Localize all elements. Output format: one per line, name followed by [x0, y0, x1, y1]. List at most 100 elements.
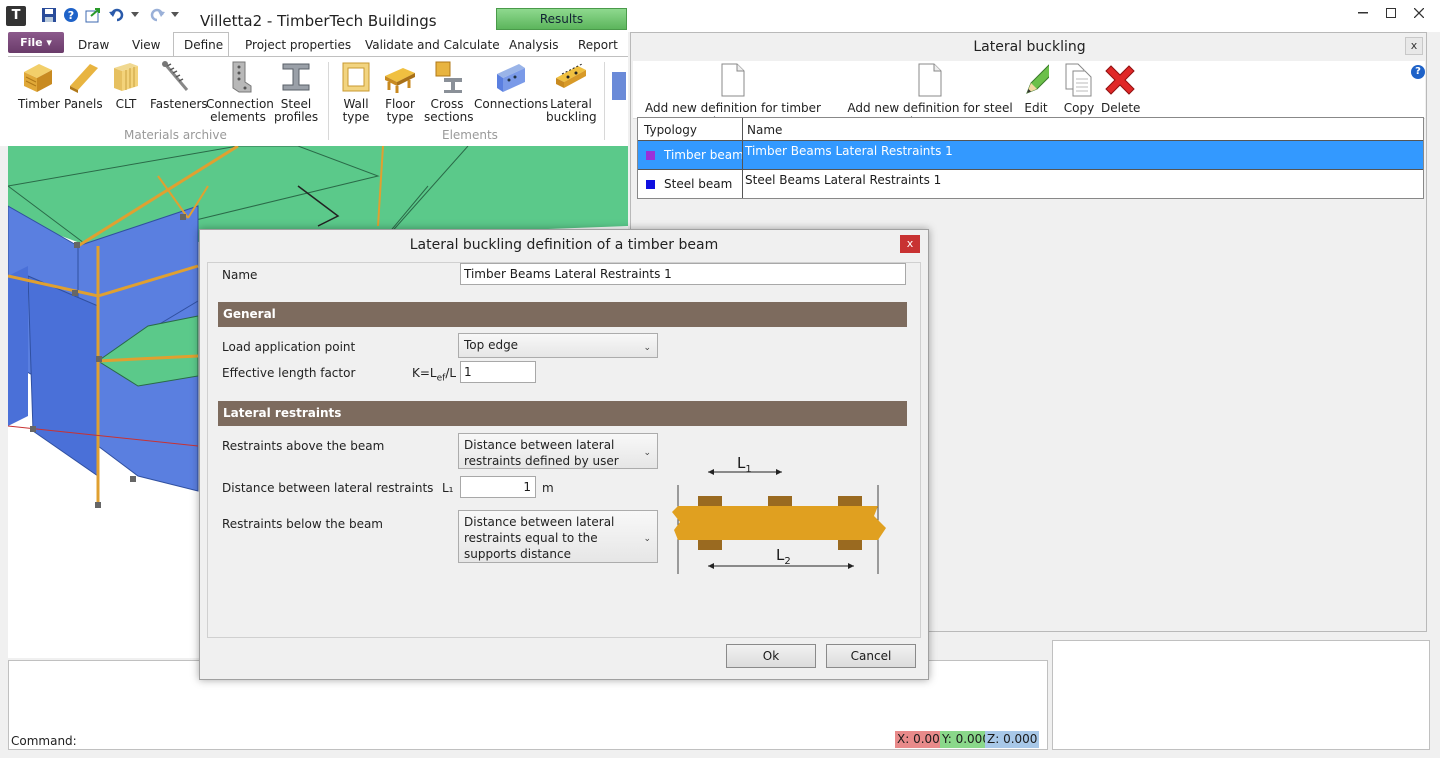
- connections-button[interactable]: Connections: [474, 60, 548, 111]
- cancel-button[interactable]: Cancel: [826, 644, 916, 668]
- undo-dropdown-icon[interactable]: [130, 6, 140, 24]
- tab-view[interactable]: View: [132, 38, 160, 52]
- lateral-buckling-icon: [554, 60, 588, 94]
- chevron-down-icon: ⌄: [643, 533, 651, 544]
- name-input[interactable]: Timber Beams Lateral Restraints 1: [460, 263, 906, 285]
- floor-type-button[interactable]: Floor type: [380, 60, 420, 124]
- edit-button[interactable]: Edit: [1023, 63, 1049, 115]
- effective-length-factor-input[interactable]: 1: [460, 361, 536, 383]
- column-divider: [742, 118, 743, 198]
- elements-group-label: Elements: [442, 128, 498, 142]
- steel-profiles-button[interactable]: Steel profiles: [274, 60, 318, 124]
- fasteners-button[interactable]: Fasteners: [150, 60, 208, 111]
- app-logo-icon[interactable]: T: [6, 6, 26, 26]
- load-application-point-select[interactable]: Top edge ⌄: [458, 333, 658, 358]
- z-coordinate: Z: 0.000: [985, 731, 1040, 748]
- panel-close-button[interactable]: x: [1405, 37, 1423, 55]
- restraints-below-label: Restraints below the beam: [222, 517, 383, 531]
- beam-restraints-diagram: L1 L2: [670, 452, 895, 597]
- connections-icon: [493, 60, 527, 94]
- dialog-title: Lateral buckling definition of a timber …: [409, 237, 719, 253]
- distance-restraints-label: Distance between lateral restraints: [222, 481, 434, 495]
- distance-symbol: L₁: [442, 481, 454, 495]
- copy-icon: [1063, 63, 1095, 99]
- ribbon-overflow-icon[interactable]: [612, 72, 626, 100]
- clt-button[interactable]: CLT: [108, 60, 144, 111]
- color-swatch: [646, 151, 655, 160]
- typology-cell: Steel beam: [646, 170, 732, 199]
- save-icon[interactable]: [40, 6, 58, 24]
- ribbon-group-divider: [604, 62, 605, 140]
- restraints-below-select[interactable]: Distance between lateral restraints equa…: [458, 510, 658, 563]
- general-section-header: General: [218, 302, 907, 327]
- fasteners-icon: [159, 60, 193, 94]
- timber-button[interactable]: Timber: [18, 60, 60, 111]
- table-row[interactable]: Timber beam Timber Beams Lateral Restrai…: [638, 140, 1423, 169]
- tab-project-properties[interactable]: Project properties: [245, 38, 351, 52]
- column-header-name[interactable]: Name: [747, 120, 782, 140]
- distance-restraints-input[interactable]: 1: [460, 476, 536, 498]
- ok-button[interactable]: Ok: [726, 644, 816, 668]
- distance-unit: m: [542, 481, 554, 495]
- redo-icon[interactable]: [148, 6, 166, 24]
- clt-icon: [109, 60, 143, 94]
- maximize-icon[interactable]: [1378, 4, 1404, 22]
- properties-area: [1052, 640, 1430, 750]
- cross-sections-button[interactable]: Cross sections: [424, 60, 473, 124]
- effective-length-factor-label: Effective length factor: [222, 366, 356, 380]
- diagram-label-l2: L2: [776, 546, 791, 567]
- window-title: Villetta2 - TimberTech Buildings: [200, 12, 437, 30]
- load-application-point-label: Load application point: [222, 340, 356, 354]
- effective-length-symbol: K=Lef/L: [412, 366, 457, 384]
- pencil-icon: [1023, 63, 1049, 99]
- redo-dropdown-icon[interactable]: [170, 6, 180, 24]
- command-label: Command:: [11, 734, 77, 748]
- floor-type-icon: [383, 60, 417, 94]
- new-document-icon: [835, 63, 1025, 99]
- cross-sections-icon: [430, 60, 464, 94]
- lateral-buckling-dialog: Lateral buckling definition of a timber …: [199, 229, 929, 680]
- tab-define[interactable]: Define: [184, 38, 223, 52]
- wall-type-icon: [339, 60, 373, 94]
- help-circle-icon[interactable]: ?: [62, 6, 80, 24]
- column-header-typology[interactable]: Typology: [644, 120, 697, 140]
- name-label: Name: [222, 268, 258, 282]
- restraints-above-label: Restraints above the beam: [222, 439, 385, 453]
- lateral-restraints-section-header: Lateral restraints: [218, 401, 907, 426]
- restraints-above-select[interactable]: Distance between lateral restraints defi…: [458, 433, 658, 469]
- chevron-down-icon: ⌄: [643, 342, 651, 353]
- timber-icon: [21, 60, 55, 94]
- table-row[interactable]: Steel beam Steel Beams Lateral Restraint…: [638, 169, 1423, 198]
- steel-profiles-icon: [279, 60, 313, 94]
- ribbon-group-divider: [328, 62, 329, 140]
- connection-elements-icon: [221, 60, 255, 94]
- file-menu-button[interactable]: File ▾: [8, 32, 64, 53]
- minimize-icon[interactable]: [1350, 4, 1376, 22]
- panels-button[interactable]: Panels: [64, 60, 103, 111]
- connection-elements-button[interactable]: Connection elements: [206, 60, 274, 124]
- panels-icon: [66, 60, 100, 94]
- materials-group-label: Materials archive: [124, 128, 227, 142]
- wall-type-button[interactable]: Wall type: [336, 60, 376, 124]
- undo-icon[interactable]: [108, 6, 126, 24]
- tab-analysis[interactable]: Analysis: [509, 38, 558, 52]
- definitions-table: Typology Name Timber beam Timber Beams L…: [637, 117, 1424, 199]
- name-cell: Timber Beams Lateral Restraints 1: [745, 144, 953, 158]
- tab-report[interactable]: Report: [578, 38, 618, 52]
- panel-title: Lateral buckling: [973, 39, 1086, 55]
- color-swatch: [646, 180, 655, 189]
- svg-text:?: ?: [68, 9, 74, 22]
- results-context-tab[interactable]: Results: [496, 8, 627, 30]
- close-window-icon[interactable]: [1406, 4, 1432, 22]
- tab-validate-and-calculate[interactable]: Validate and Calculate: [365, 38, 500, 52]
- chevron-down-icon: ⌄: [643, 448, 651, 458]
- export-icon[interactable]: [84, 6, 102, 24]
- help-icon[interactable]: ?: [1411, 65, 1425, 79]
- tab-draw[interactable]: Draw: [78, 38, 109, 52]
- lateral-buckling-button[interactable]: Lateral buckling: [546, 60, 597, 124]
- diagram-label-l1: L1: [737, 454, 752, 475]
- delete-x-icon: [1101, 63, 1139, 99]
- dialog-close-button[interactable]: x: [900, 235, 920, 253]
- delete-button[interactable]: Delete: [1101, 63, 1140, 115]
- copy-button[interactable]: Copy: [1063, 63, 1095, 115]
